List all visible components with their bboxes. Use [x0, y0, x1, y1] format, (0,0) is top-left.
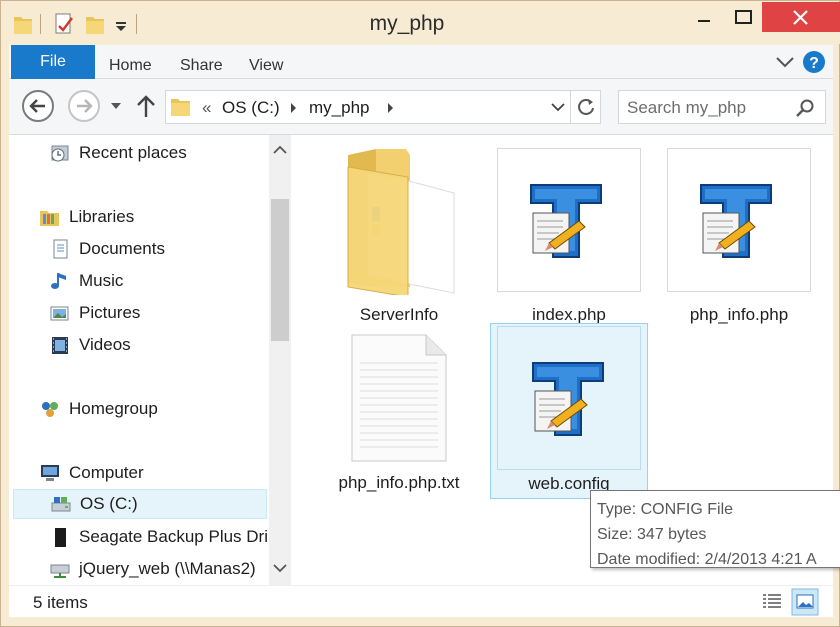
breadcrumb-my-php[interactable]: my_php	[309, 98, 369, 118]
help-icon[interactable]: ?	[802, 50, 826, 74]
recent-locations-icon[interactable]	[109, 101, 123, 111]
file-item-index-php[interactable]: index.php	[494, 145, 644, 324]
chevron-right-icon[interactable]	[290, 102, 298, 114]
nav-label: Pictures	[79, 303, 141, 322]
php-file-icon	[532, 362, 604, 436]
scroll-down-icon[interactable]	[273, 563, 287, 573]
file-item-serverinfo[interactable]: ServerInfo	[324, 145, 474, 324]
text-file-icon	[351, 334, 447, 462]
search-input[interactable]: Search my_php	[627, 98, 746, 118]
file-item-web-config[interactable]: web.config	[490, 323, 648, 499]
ribbon-tabs: File Home Share View ?	[9, 45, 833, 79]
libraries-icon	[40, 211, 59, 226]
details-view-icon[interactable]	[759, 590, 785, 614]
item-count: 5 items	[33, 593, 88, 612]
pictures-icon	[50, 306, 69, 321]
explorer-window: my_php File Home Share View ? « OS (C:) …	[0, 0, 840, 627]
folder-icon	[347, 149, 455, 295]
scroll-up-icon[interactable]	[273, 145, 287, 155]
tab-file[interactable]: File	[11, 45, 95, 79]
maximize-button[interactable]	[726, 2, 762, 32]
file-tooltip: Type: CONFIG File Size: 347 bytes Date m…	[590, 490, 840, 568]
tooltip-size: Size: 347 bytes	[597, 526, 707, 543]
recent-places-icon	[51, 145, 69, 162]
nav-recent-places[interactable]: Recent places	[49, 138, 187, 168]
nav-pictures[interactable]: Pictures	[49, 298, 140, 328]
tab-home[interactable]: Home	[109, 45, 152, 79]
address-bar[interactable]: « OS (C:) my_php	[165, 90, 601, 124]
refresh-icon[interactable]	[576, 97, 596, 117]
computer-icon	[41, 465, 59, 481]
music-icon	[51, 273, 66, 289]
nav-homegroup[interactable]: Homegroup	[39, 394, 158, 424]
nav-jquery-web[interactable]: jQuery_web (\\Manas2)	[49, 554, 256, 584]
window-title: my_php	[369, 12, 445, 35]
address-dropdown-icon[interactable]	[550, 101, 566, 115]
network-drive-icon	[50, 564, 70, 578]
tooltip-type: Type: CONFIG File	[597, 501, 734, 518]
nav-label: Homegroup	[69, 399, 158, 418]
nav-label: Documents	[79, 239, 165, 258]
nav-label: Seagate Backup Plus Dri	[79, 527, 267, 546]
folder-small-icon	[14, 17, 32, 34]
drive-c-icon	[51, 497, 71, 512]
external-drive-icon	[55, 528, 66, 547]
nav-documents[interactable]: Documents	[49, 234, 165, 264]
homegroup-icon	[42, 402, 58, 417]
nav-label: Music	[79, 271, 124, 290]
tooltip-date: Date modified: 2/4/2013 4:21 A	[597, 551, 817, 568]
nav-music[interactable]: Music	[49, 266, 123, 296]
up-icon[interactable]	[135, 93, 157, 119]
file-item-php-info-txt[interactable]: php_info.php.txt	[324, 323, 474, 501]
nav-videos[interactable]: Videos	[49, 330, 131, 360]
expand-ribbon-icon[interactable]	[775, 55, 795, 69]
svg-text:?: ?	[809, 55, 819, 72]
nav-os-c[interactable]: OS (C:)	[13, 489, 267, 519]
file-name: index.php	[532, 305, 606, 324]
minimize-button[interactable]	[682, 2, 726, 32]
breadcrumb-os-c[interactable]: OS (C:)	[222, 98, 280, 118]
tab-share[interactable]: Share	[180, 45, 223, 79]
nav-label: Videos	[79, 335, 131, 354]
title-bar: my_php	[2, 2, 840, 44]
php-file-icon	[700, 184, 772, 258]
documents-icon	[53, 239, 68, 259]
scroll-thumb[interactable]	[271, 199, 289, 341]
nav-label: Recent places	[79, 143, 187, 162]
php-file-icon	[530, 184, 602, 258]
file-name: php_info.php	[689, 305, 789, 324]
close-button[interactable]	[762, 2, 840, 32]
forward-button[interactable]	[67, 89, 101, 123]
videos-icon	[52, 337, 68, 354]
properties-icon[interactable]	[52, 12, 76, 36]
nav-scrollbar[interactable]	[269, 135, 291, 585]
search-icon[interactable]	[795, 98, 815, 118]
nav-libraries[interactable]: Libraries	[39, 202, 134, 232]
nav-label: Computer	[69, 463, 144, 482]
folder-icon	[171, 99, 190, 116]
tab-view[interactable]: View	[249, 45, 283, 79]
nav-label: OS (C:)	[80, 494, 138, 513]
large-icons-view-icon[interactable]	[791, 588, 819, 616]
back-button[interactable]	[21, 89, 55, 123]
nav-computer[interactable]: Computer	[39, 458, 144, 488]
breadcrumb-overflow[interactable]: «	[202, 98, 211, 118]
status-bar: 5 items	[9, 585, 833, 617]
navigation-pane: Recent places Libraries Documents Music …	[9, 135, 267, 585]
customize-qat-icon[interactable]	[114, 12, 128, 36]
new-folder-icon[interactable]	[84, 12, 106, 36]
file-item-php-info-php[interactable]: php_info.php	[664, 145, 814, 324]
nav-label: Libraries	[69, 207, 135, 226]
address-row: « OS (C:) my_php Search my_php	[9, 79, 833, 135]
chevron-right-icon[interactable]	[387, 102, 395, 114]
search-box[interactable]: Search my_php	[618, 90, 826, 124]
file-name: ServerInfo	[359, 305, 439, 324]
nav-seagate[interactable]: Seagate Backup Plus Dri	[49, 522, 267, 552]
nav-label: jQuery_web (\\Manas2)	[79, 559, 256, 578]
file-name: php_info.php.txt	[338, 473, 460, 492]
